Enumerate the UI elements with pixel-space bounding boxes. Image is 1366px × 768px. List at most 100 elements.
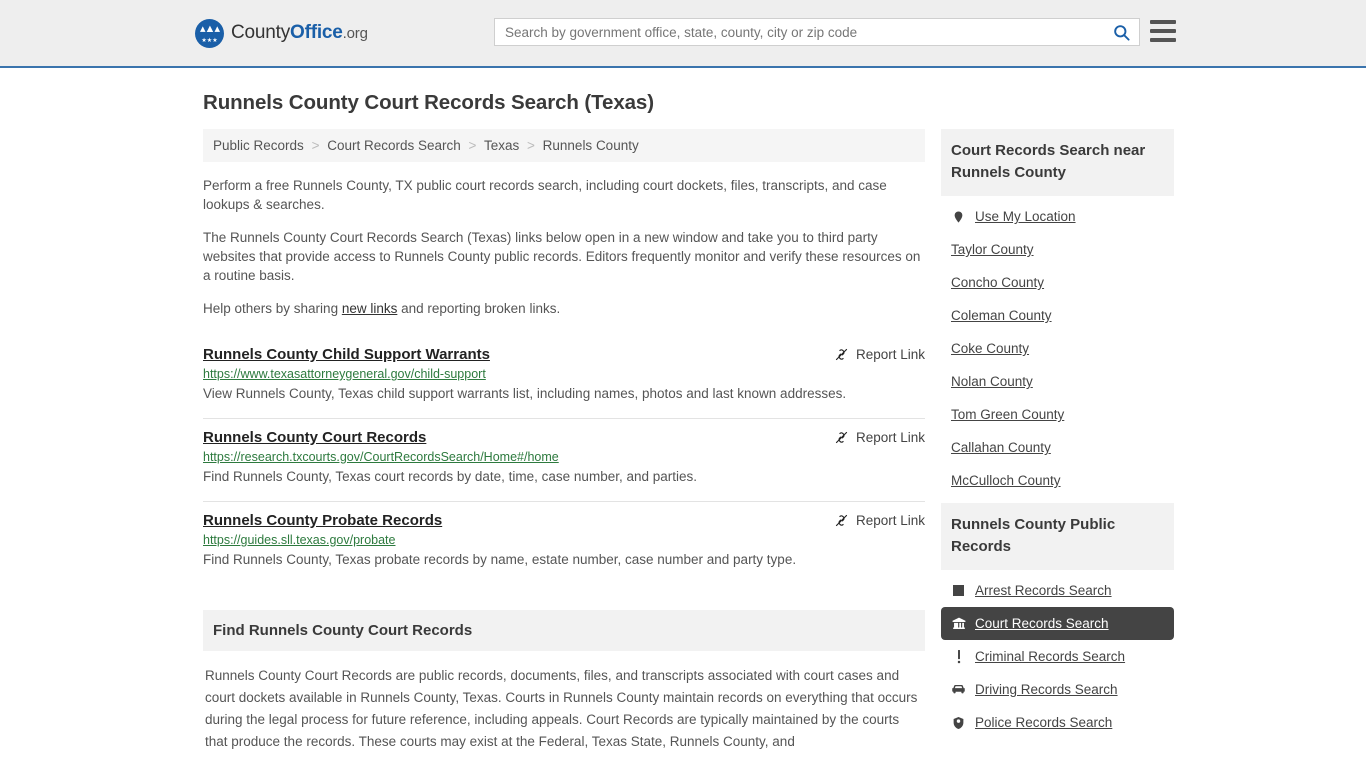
sidebar-item-coleman-county[interactable]: Coleman County [941, 299, 1174, 332]
sidebar-item-arrest-records-search[interactable]: Arrest Records Search [941, 574, 1174, 607]
site-header: ▴▲▴ ★★★ CountyOffice.org [0, 0, 1366, 68]
intro-text: Perform a free Runnels County, TX public… [203, 176, 925, 318]
sidebar-item-callahan-county[interactable]: Callahan County [941, 431, 1174, 464]
public-record-link[interactable]: Criminal Records Search [975, 649, 1125, 664]
broken-link-icon [835, 431, 848, 444]
courthouse-icon [951, 617, 966, 631]
result-item: Runnels County Child Support Warrants Re… [203, 336, 925, 419]
county-link[interactable]: Nolan County [951, 374, 1033, 389]
exclamation-icon [951, 649, 966, 664]
intro-paragraph-3: Help others by sharing new links and rep… [203, 299, 925, 318]
sidebar-item-tom-green-county[interactable]: Tom Green County [941, 398, 1174, 431]
result-title-link[interactable]: Runnels County Child Support Warrants [203, 346, 490, 363]
sidebar-item-criminal-records-search[interactable]: Criminal Records Search [941, 640, 1174, 673]
map-pin-icon [951, 210, 966, 224]
result-title-link[interactable]: Runnels County Probate Records [203, 512, 442, 529]
sidebar-item-taylor-county[interactable]: Taylor County [941, 233, 1174, 266]
breadcrumb-separator: > [468, 138, 477, 153]
county-link[interactable]: McCulloch County [951, 473, 1061, 488]
public-records-panel-heading: Runnels County Public Records [941, 503, 1174, 570]
public-record-link[interactable]: Police Records Search [975, 715, 1112, 730]
public-record-link[interactable]: Court Records Search [975, 616, 1109, 631]
main-column: Public Records > Court Records Search > … [203, 129, 925, 753]
public-record-link[interactable]: Driving Records Search [975, 682, 1118, 697]
intro-p3-before: Help others by sharing [203, 301, 342, 316]
result-header: Runnels County Court Records Report Link [203, 429, 925, 446]
county-link[interactable]: Callahan County [951, 440, 1051, 455]
use-my-location-link[interactable]: Use My Location [975, 209, 1076, 224]
broken-link-icon [835, 348, 848, 361]
eagle-stars-seal-icon: ▴▲▴ ★★★ [195, 18, 224, 48]
content-layout: Public Records > Court Records Search > … [203, 129, 1174, 753]
nearby-county-list: Use My Location Taylor County Concho Cou… [941, 196, 1174, 497]
result-item: Runnels County Court Records Report Link… [203, 419, 925, 502]
sidebar: Court Records Search near Runnels County… [941, 129, 1174, 745]
sidebar-item-coke-county[interactable]: Coke County [941, 332, 1174, 365]
result-description: View Runnels County, Texas child support… [203, 386, 847, 401]
result-header: Runnels County Probate Records Report Li… [203, 512, 925, 529]
find-records-heading: Find Runnels County Court Records [203, 610, 925, 651]
result-url[interactable]: https://www.texasattorneygeneral.gov/chi… [203, 367, 925, 381]
square-icon [951, 585, 966, 596]
nearby-search-panel: Court Records Search near Runnels County… [941, 129, 1174, 497]
county-link[interactable]: Taylor County [951, 242, 1034, 257]
breadcrumb-separator: > [311, 138, 320, 153]
intro-paragraph-2: The Runnels County Court Records Search … [203, 230, 921, 283]
hamburger-bar [1150, 38, 1176, 42]
search-icon [1113, 24, 1130, 41]
result-description: Find Runnels County, Texas probate recor… [203, 552, 797, 567]
page-container: Runnels County Court Records Search (Tex… [0, 91, 1366, 753]
page-title: Runnels County Court Records Search (Tex… [203, 91, 654, 114]
public-record-link[interactable]: Arrest Records Search [975, 583, 1112, 598]
result-header: Runnels County Child Support Warrants Re… [203, 346, 925, 363]
report-link-label: Report Link [855, 347, 925, 362]
find-records-body: Runnels County Court Records are public … [205, 668, 918, 749]
county-link[interactable]: Coke County [951, 341, 1029, 356]
results-list: Runnels County Child Support Warrants Re… [203, 336, 925, 584]
county-link[interactable]: Coleman County [951, 308, 1052, 323]
new-links-link[interactable]: new links [342, 301, 398, 316]
logo-text-county: County [231, 22, 291, 43]
public-records-list: Arrest Records Search Court Records Sear… [941, 570, 1174, 739]
report-link-label: Report Link [855, 430, 925, 445]
intro-paragraph-1: Perform a free Runnels County, TX public… [203, 178, 887, 212]
result-item: Runnels County Probate Records Report Li… [203, 502, 925, 584]
find-records-section: Find Runnels County Court Records Runnel… [203, 610, 925, 753]
public-records-panel: Runnels County Public Records Arrest Rec… [941, 503, 1174, 739]
hamburger-bar [1150, 20, 1176, 24]
broken-link-icon [835, 514, 848, 527]
logo-text-office: Office [290, 22, 343, 43]
search-button[interactable] [1103, 19, 1139, 45]
result-title-link[interactable]: Runnels County Court Records [203, 429, 426, 446]
site-logo[interactable]: ▴▲▴ ★★★ CountyOffice.org [195, 18, 368, 48]
sidebar-item-use-my-location[interactable]: Use My Location [941, 200, 1174, 233]
result-url[interactable]: https://guides.sll.texas.gov/probate [203, 533, 925, 547]
breadcrumb-item-court-records-search[interactable]: Court Records Search [327, 138, 461, 153]
search-input[interactable] [495, 19, 1103, 45]
sidebar-item-mcculloch-county[interactable]: McCulloch County [941, 464, 1174, 497]
county-link[interactable]: Tom Green County [951, 407, 1064, 422]
breadcrumb-item-public-records[interactable]: Public Records [213, 138, 304, 153]
report-link-label: Report Link [855, 513, 925, 528]
car-icon [951, 684, 966, 695]
sidebar-item-concho-county[interactable]: Concho County [941, 266, 1174, 299]
sidebar-item-nolan-county[interactable]: Nolan County [941, 365, 1174, 398]
sidebar-item-court-records-search[interactable]: Court Records Search [941, 607, 1174, 640]
breadcrumb-item-runnels-county[interactable]: Runnels County [543, 138, 639, 153]
logo-text: CountyOffice.org [231, 22, 368, 44]
police-badge-icon [951, 716, 966, 730]
sidebar-item-police-records-search[interactable]: Police Records Search [941, 706, 1174, 739]
breadcrumb-separator: > [527, 138, 535, 153]
report-link-button[interactable]: Report Link [834, 512, 925, 528]
breadcrumb: Public Records > Court Records Search > … [203, 129, 925, 162]
report-link-button[interactable]: Report Link [834, 429, 925, 445]
breadcrumb-item-texas[interactable]: Texas [484, 138, 519, 153]
sidebar-item-driving-records-search[interactable]: Driving Records Search [941, 673, 1174, 706]
result-description: Find Runnels County, Texas court records… [203, 469, 698, 484]
county-link[interactable]: Concho County [951, 275, 1044, 290]
report-link-button[interactable]: Report Link [834, 346, 925, 362]
result-url[interactable]: https://research.txcourts.gov/CourtRecor… [203, 450, 925, 464]
hamburger-bar [1150, 29, 1176, 33]
search-bar [494, 18, 1140, 46]
hamburger-menu-icon[interactable] [1150, 20, 1176, 42]
